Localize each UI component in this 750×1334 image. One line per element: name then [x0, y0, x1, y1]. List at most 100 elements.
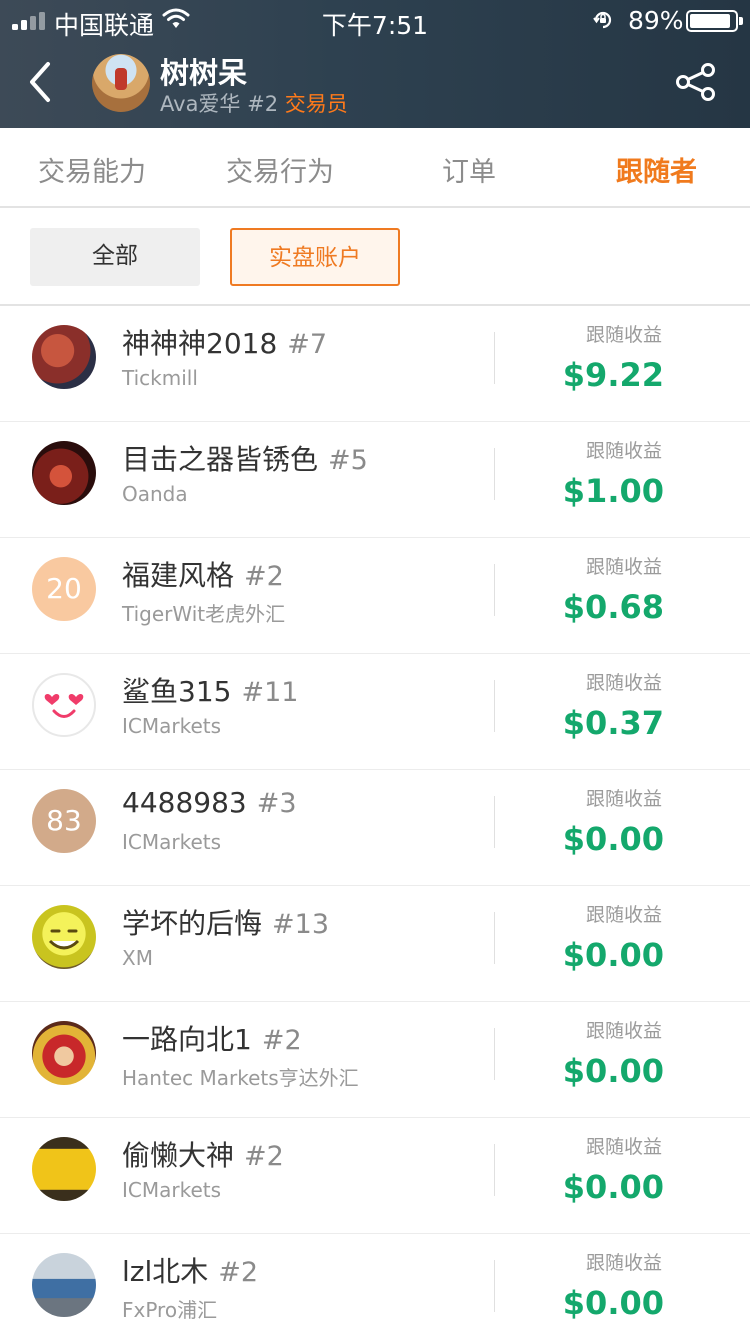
follower-name-text: 一路向北1	[122, 1023, 252, 1056]
follower-avatar: 83	[32, 789, 96, 853]
follower-name-text: 4488983	[122, 786, 247, 819]
follower-row[interactable]: 目击之器皆锈色 #5 Oanda 跟随收益 $1.00	[0, 422, 750, 538]
follower-row[interactable]: 鲨鱼315 #11 ICMarkets 跟随收益 $0.37	[0, 654, 750, 770]
filter-live-account-button[interactable]: 实盘账户	[230, 228, 400, 286]
follower-name: 一路向北1 #2	[122, 1018, 302, 1058]
follower-name-text: 鲨鱼315	[122, 675, 232, 708]
follower-avatar	[32, 905, 96, 969]
follower-name-text: 偷懒大神	[122, 1139, 235, 1172]
battery-icon	[686, 10, 743, 32]
trader-subtitle: Ava爱华 #2 交易员	[160, 88, 348, 118]
follower-avatar	[32, 325, 96, 389]
earning-label: 跟随收益	[585, 1252, 662, 1274]
earning-value: $1.00	[562, 472, 664, 510]
earning-value: $9.22	[562, 356, 664, 394]
follower-name: 目击之器皆锈色 #5	[122, 438, 368, 478]
follower-row[interactable]: 20 福建风格 #2 TigerWit老虎外汇 跟随收益 $0.68	[0, 538, 750, 654]
trader-role: 交易员	[284, 92, 348, 116]
follower-row[interactable]: 一路向北1 #2 Hantec Markets亨达外汇 跟随收益 $0.00	[0, 1002, 750, 1118]
follower-name: 福建风格 #2	[122, 554, 284, 594]
follower-row[interactable]: 神神神2018 #7 Tickmill 跟随收益 $9.22	[0, 306, 750, 422]
tab-followers[interactable]: 跟随者	[616, 150, 697, 189]
follower-row[interactable]: 学坏的后悔 #13 XM 跟随收益 $0.00	[0, 886, 750, 1002]
follower-rank: #2	[244, 1141, 284, 1172]
earning-value: $0.00	[562, 820, 664, 858]
follower-name: 学坏的后悔 #13	[122, 902, 329, 942]
row-divider	[494, 448, 495, 500]
earning-value: $0.68	[562, 588, 664, 626]
follower-avatar: 20	[32, 557, 96, 621]
follower-row[interactable]: 83 4488983 #3 ICMarkets 跟随收益 $0.00	[0, 770, 750, 886]
follower-name-text: lzl北木	[122, 1255, 209, 1288]
follower-broker: Tickmill	[122, 366, 198, 390]
row-divider	[494, 796, 495, 848]
follower-avatar	[32, 673, 96, 737]
earning-label: 跟随收益	[585, 556, 662, 578]
follower-broker: FxPro浦汇	[122, 1298, 218, 1322]
follower-rank: #7	[287, 329, 328, 360]
row-divider	[494, 564, 495, 616]
earning-value: $0.37	[562, 704, 664, 742]
follower-avatar	[32, 441, 96, 505]
tab-trading-ability[interactable]: 交易能力	[38, 150, 146, 189]
follower-broker: Oanda	[122, 482, 188, 506]
share-icon[interactable]	[674, 62, 718, 102]
earning-label: 跟随收益	[585, 1020, 662, 1042]
follower-broker: ICMarkets	[122, 1178, 222, 1202]
filter-all-button[interactable]: 全部	[30, 228, 200, 286]
follower-avatar	[32, 1137, 96, 1201]
row-divider	[494, 912, 495, 964]
trader-rank: #2	[247, 92, 279, 116]
earning-label: 跟随收益	[585, 1136, 662, 1158]
follower-name-text: 神神神2018	[122, 327, 278, 360]
battery-percent: 89%	[628, 6, 684, 35]
follower-broker: TigerWit老虎外汇	[122, 602, 286, 626]
follower-broker: Hantec Markets亨达外汇	[122, 1066, 359, 1090]
follower-name-text: 目击之器皆锈色	[122, 443, 319, 476]
earning-value: $0.00	[562, 1052, 664, 1090]
follower-broker: ICMarkets	[122, 830, 222, 854]
follower-rank: #3	[256, 788, 297, 819]
follower-rank: #2	[261, 1025, 302, 1056]
follower-name-text: 学坏的后悔	[122, 907, 263, 940]
smiley-face-icon	[48, 929, 80, 950]
tab-bar: 交易能力 交易行为 订单 跟随者	[0, 128, 750, 208]
heart-eyes-emoji-icon	[44, 693, 84, 718]
follower-broker: XM	[122, 946, 153, 970]
trader-avatar[interactable]	[92, 54, 150, 112]
row-divider	[494, 332, 495, 384]
earning-label: 跟随收益	[585, 904, 662, 926]
earning-label: 跟随收益	[585, 672, 662, 694]
earning-label: 跟随收益	[585, 440, 662, 462]
back-chevron-icon[interactable]	[20, 58, 60, 106]
follower-row[interactable]: 偷懒大神 #2 ICMarkets 跟随收益 $0.00	[0, 1118, 750, 1234]
row-divider	[494, 1028, 495, 1080]
follower-name: 鲨鱼315 #11	[122, 670, 298, 710]
follower-name: 4488983 #3	[122, 786, 297, 819]
follower-rank: #13	[272, 909, 329, 940]
earning-value: $0.00	[562, 1168, 664, 1206]
status-bar: 中国联通 下午7:51 89%	[0, 0, 750, 40]
follower-name: 偷懒大神 #2	[122, 1134, 284, 1174]
follower-rank: #11	[241, 677, 299, 708]
follower-row[interactable]: lzl北木 #2 FxPro浦汇 跟随收益 $0.00	[0, 1234, 750, 1334]
tab-trading-behavior[interactable]: 交易行为	[226, 150, 334, 189]
row-divider	[494, 1260, 495, 1312]
earning-label: 跟随收益	[585, 788, 662, 810]
earning-value: $0.00	[562, 936, 664, 974]
row-divider	[494, 1144, 495, 1196]
earning-label: 跟随收益	[585, 324, 662, 346]
rotation-lock-icon	[593, 11, 612, 29]
tab-orders[interactable]: 订单	[442, 150, 496, 189]
follower-rank: #2	[218, 1257, 259, 1288]
follower-avatar	[32, 1021, 96, 1085]
follower-broker: ICMarkets	[122, 714, 222, 738]
follower-name: lzl北木 #2	[122, 1250, 258, 1290]
follower-list: 神神神2018 #7 Tickmill 跟随收益 $9.22 目击之器皆锈色 #5 …	[0, 306, 750, 1334]
follower-name-text: 福建风格	[122, 559, 235, 592]
row-divider	[494, 680, 495, 732]
follower-avatar	[32, 1253, 96, 1317]
follower-rank: #2	[244, 561, 284, 592]
filter-bar: 全部 实盘账户	[0, 208, 750, 306]
follower-name: 神神神2018 #7	[122, 322, 327, 362]
